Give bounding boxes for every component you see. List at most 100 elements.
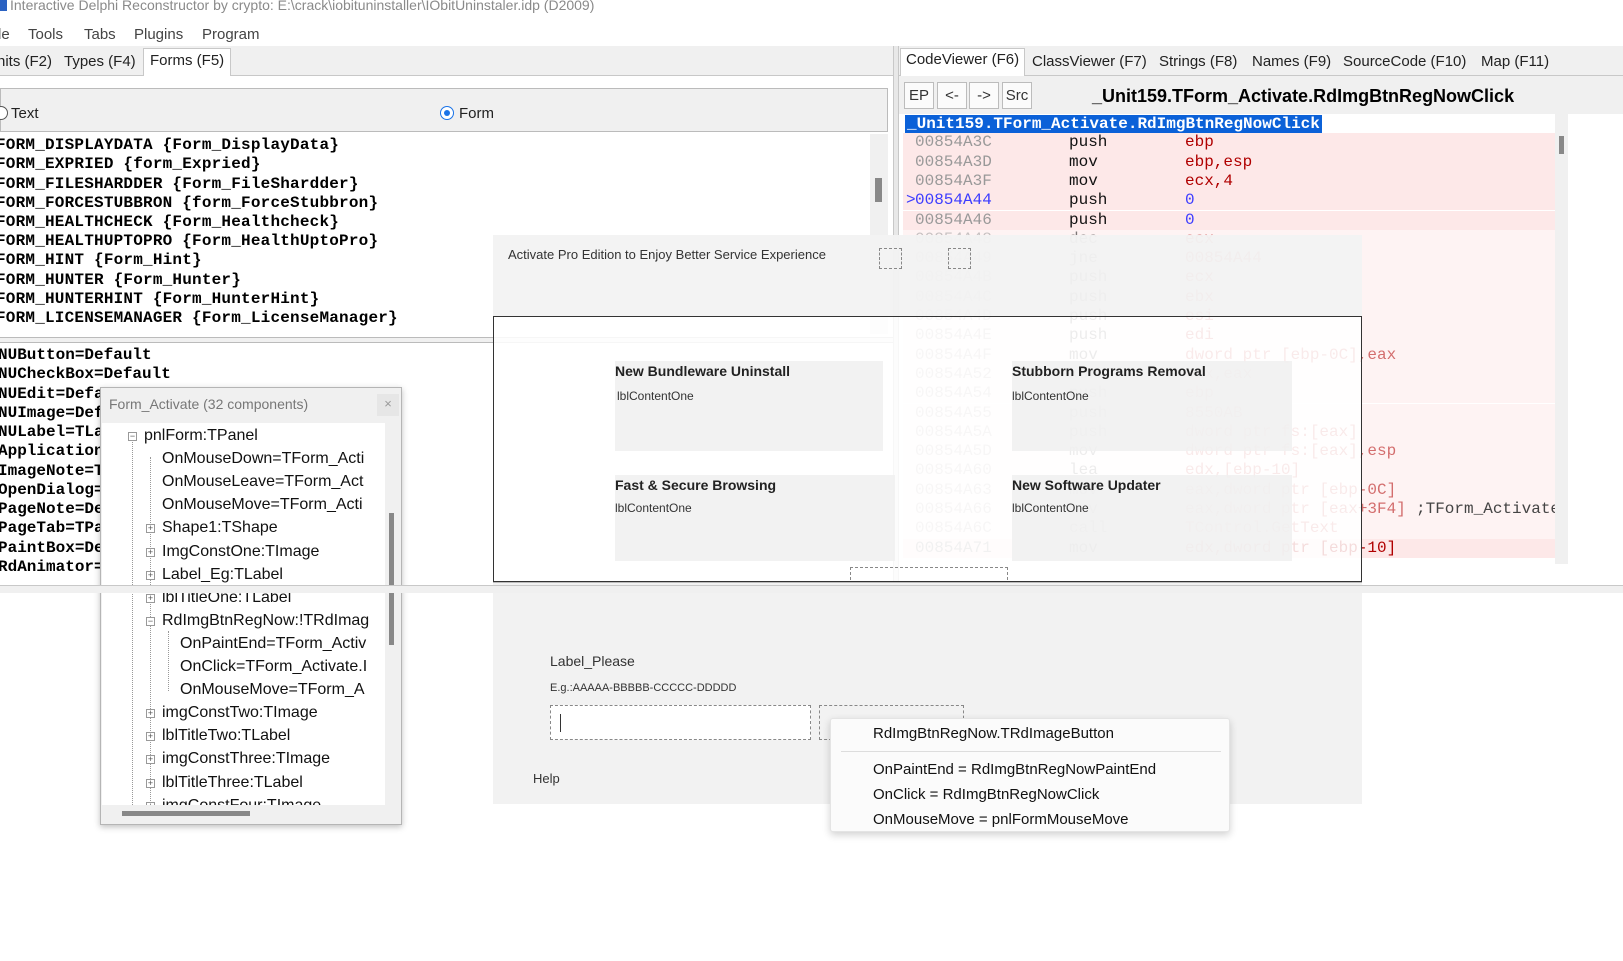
radio-form-label: Form xyxy=(459,105,494,122)
code-comment: ;TForm_Activate xyxy=(1416,500,1555,518)
left-tab-bar: nits (F2) Types (F4) Forms (F5) xyxy=(0,46,893,76)
context-menu-item[interactable]: OnPaintEnd = RdImgBtnRegNowPaintEnd xyxy=(873,761,1156,778)
components-window-title: Form_Activate (32 components) xyxy=(109,396,309,412)
tree-node[interactable]: OnPaintEnd=TForm_Activ xyxy=(180,635,366,653)
scrollbar-thumb[interactable] xyxy=(1559,136,1564,154)
placeholder-control[interactable] xyxy=(948,248,971,269)
code-mnemonic: push xyxy=(1069,133,1108,152)
tree-node[interactable]: RdImgBtnRegNow:!TRdImag xyxy=(162,612,369,630)
tab-classviewer[interactable]: ClassViewer (F7) xyxy=(1032,51,1147,76)
list-item: Application xyxy=(0,442,104,460)
menu-tools[interactable]: Tools xyxy=(28,26,63,43)
list-item[interactable]: FORM_FILESHARDDER {Form_FileShardder} xyxy=(0,175,359,193)
back-button[interactable]: <- xyxy=(937,82,967,109)
tree-node[interactable]: OnMouseDown=TForm_Acti xyxy=(162,450,364,468)
tree-node[interactable]: lblTitleThree:TLabel xyxy=(162,774,303,792)
tab-map[interactable]: Map (F11) xyxy=(1481,51,1549,76)
code-operand: 0 xyxy=(1185,191,1195,210)
code-line[interactable]: >00854A44 push 0 xyxy=(903,191,1555,211)
tab-forms[interactable]: Forms (F5) xyxy=(143,48,232,76)
tab-units[interactable]: nits (F2) xyxy=(0,50,52,76)
expand-icon[interactable]: + xyxy=(146,593,155,603)
card-title: Fast & Secure Browsing xyxy=(615,477,777,493)
tab-strings[interactable]: Strings (F8) xyxy=(1159,51,1237,76)
list-item[interactable]: FORM_HUNTERHINT {Form_HunterHint} xyxy=(0,290,319,308)
src-button[interactable]: Src xyxy=(1002,82,1032,109)
expand-icon[interactable]: + xyxy=(146,570,155,580)
expand-icon[interactable]: + xyxy=(146,547,155,557)
menu-tabs[interactable]: Tabs xyxy=(84,26,116,43)
tree-line xyxy=(168,631,169,691)
context-menu-item[interactable]: OnMouseMove = pnlFormMouseMove xyxy=(873,811,1129,828)
close-button[interactable]: × xyxy=(377,394,399,416)
tree-node[interactable]: imgConstTwo:TImage xyxy=(162,704,318,722)
code-line[interactable]: 00854A46 push 0 xyxy=(903,210,1555,230)
tree-node[interactable]: imgConstThree:TImage xyxy=(162,750,330,768)
context-menu-item[interactable]: OnClick = RdImgBtnRegNowClick xyxy=(873,786,1099,803)
license-key-input[interactable] xyxy=(550,705,811,740)
expand-icon[interactable]: + xyxy=(146,709,155,719)
expand-icon[interactable]: + xyxy=(146,732,155,742)
collapse-icon[interactable]: − xyxy=(128,432,137,441)
components-scrollbar[interactable] xyxy=(385,423,401,805)
list-item[interactable]: FORM_FORCESTUBBRON {form_ForceStubbron} xyxy=(0,194,378,212)
help-link[interactable]: Help xyxy=(533,771,560,786)
tab-codeviewer[interactable]: CodeViewer (F6) xyxy=(900,48,1026,76)
tab-sourcecode[interactable]: SourceCode (F10) xyxy=(1343,51,1466,76)
forward-button[interactable]: -> xyxy=(969,82,999,109)
menu-plugins[interactable]: Plugins xyxy=(134,26,183,43)
expand-icon[interactable]: + xyxy=(146,755,155,765)
code-label-row[interactable]: _Unit159.TForm_Activate.RdImgBtnRegNowCl… xyxy=(903,114,1555,134)
list-item[interactable]: FORM_EXPRIED {form_Expried} xyxy=(0,155,261,173)
expand-icon[interactable]: + xyxy=(146,524,155,534)
scrollbar-thumb[interactable] xyxy=(875,178,882,202)
tree-node[interactable]: OnMouseMove=TForm_A xyxy=(180,681,365,699)
tree-node[interactable]: Shape1:TShape xyxy=(162,519,278,537)
scrollbar-thumb[interactable] xyxy=(122,811,250,816)
scrollbar-thumb[interactable] xyxy=(389,513,394,645)
ep-button[interactable]: EP xyxy=(904,82,934,109)
collapse-icon[interactable]: − xyxy=(146,616,155,626)
tree-node[interactable]: lblTitleTwo:TLabel xyxy=(162,727,290,745)
code-viewer-title: _Unit159.TForm_Activate.RdImgBtnRegNowCl… xyxy=(1092,86,1515,106)
tree-node[interactable]: Label_Eg:TLabel xyxy=(162,566,283,584)
radio-text[interactable] xyxy=(0,106,8,120)
menu-program[interactable]: Program xyxy=(202,26,260,43)
tree-node[interactable]: pnlForm:TPanel xyxy=(144,427,258,445)
list-item[interactable]: FORM_HINT {Form_Hint} xyxy=(0,251,202,269)
view-mode-radio-group: Text Form xyxy=(0,88,888,132)
list-item[interactable]: FORM_DISPLAYDATA {Form_DisplayData} xyxy=(0,136,339,154)
placeholder-control[interactable] xyxy=(879,248,902,269)
app-icon xyxy=(0,0,7,11)
tree-line xyxy=(150,457,151,805)
code-line[interactable]: 00854A3C push ebp xyxy=(903,133,1555,153)
list-item: NUEdit=Defa xyxy=(0,385,104,403)
code-mnemonic: push xyxy=(1069,191,1108,210)
tree-node[interactable]: OnMouseLeave=TForm_Act xyxy=(162,473,363,491)
tree-node[interactable]: OnClick=TForm_Activate.I xyxy=(180,658,367,676)
components-tree[interactable]: − pnlForm:TPanel OnMouseDown=TForm_Acti OnM… xyxy=(102,423,385,805)
tree-node[interactable]: OnMouseMove=TForm_Acti xyxy=(162,496,363,514)
components-hscrollbar[interactable] xyxy=(102,805,385,820)
list-item: NULabel=TLa xyxy=(0,423,104,441)
event-context-menu: RdImgBtnRegNow.TRdImageButton OnPaintEnd… xyxy=(830,718,1230,832)
tab-types[interactable]: Types (F4) xyxy=(64,50,136,76)
list-item: NUCheckBox=Default xyxy=(0,365,171,383)
tree-node[interactable]: ImgConstOne:TImage xyxy=(162,543,319,561)
code-mnemonic: mov xyxy=(1069,152,1098,171)
code-line[interactable]: 00854A3D mov ebp,esp xyxy=(903,152,1555,172)
list-item[interactable]: FORM_LICENSEMANAGER {Form_LicenseManager… xyxy=(0,309,398,327)
list-item[interactable]: FORM_HUNTER {Form_Hunter} xyxy=(0,271,241,289)
card-title: New Software Updater xyxy=(1012,477,1161,493)
menu-file[interactable]: le xyxy=(0,26,10,43)
tree-node[interactable]: imgConstFour:TImage xyxy=(162,797,321,805)
list-item[interactable]: FORM_HEALTHCHECK {Form_Healthcheck} xyxy=(0,213,339,231)
tab-names[interactable]: Names (F9) xyxy=(1252,51,1331,76)
components-window: Form_Activate (32 components) × − pnlForm… xyxy=(100,387,402,825)
code-line[interactable]: 00854A3F mov ecx,4 xyxy=(903,171,1555,192)
code-scrollbar[interactable] xyxy=(1555,114,1568,564)
code-operand: ebp,esp xyxy=(1185,152,1253,171)
list-item[interactable]: FORM_HEALTHUPTOPRO {Form_HealthUptoPro} xyxy=(0,232,378,250)
expand-icon[interactable]: + xyxy=(146,778,155,788)
radio-form[interactable] xyxy=(440,106,454,120)
